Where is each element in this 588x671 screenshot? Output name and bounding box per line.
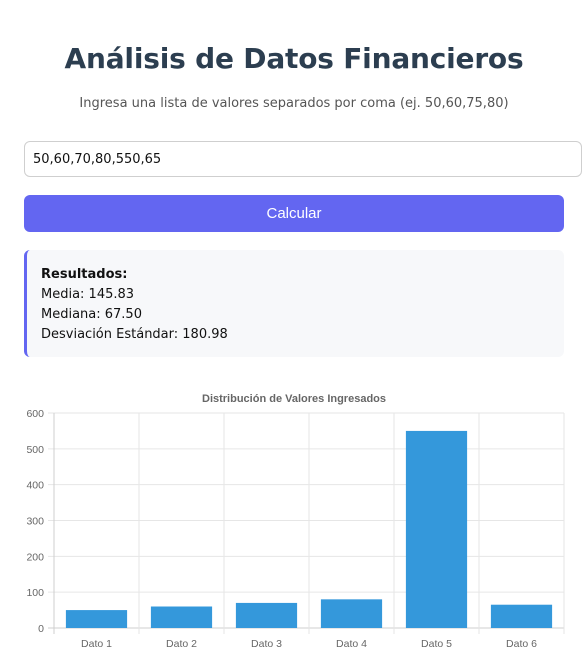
y-tick-label: 500: [26, 444, 44, 456]
bar: [320, 599, 383, 628]
chart-canvas: Distribución de Valores Ingresados 0 100 2…: [26, 393, 565, 650]
x-category-label: Dato 2: [166, 638, 197, 650]
y-tick-label: 0: [38, 623, 44, 635]
y-tick-label: 200: [26, 551, 44, 563]
bar: [65, 610, 128, 628]
calculate-button[interactable]: Calcular: [24, 195, 564, 232]
results-panel: Resultados: Media: 145.83 Mediana: 67.50…: [24, 250, 564, 357]
x-category-label: Dato 4: [336, 638, 367, 650]
bar: [490, 604, 553, 628]
stddev-value: Desviación Estándar: 180.98: [41, 327, 228, 342]
x-category-label: Dato 5: [421, 638, 452, 650]
y-tick-label: 300: [26, 516, 44, 528]
mean-value: Media: 145.83: [41, 287, 135, 302]
y-tick-label: 100: [26, 587, 44, 599]
x-category-label: Dato 6: [506, 638, 537, 650]
bar: [150, 606, 213, 628]
y-tick-label: 600: [26, 408, 44, 420]
instructions-text: Ingresa una lista de valores separados p…: [79, 96, 509, 111]
median-value: Mediana: 67.50: [41, 307, 142, 322]
chart-title: Distribución de Valores Ingresados: [202, 393, 386, 405]
bar: [405, 430, 468, 628]
x-category-label: Dato 3: [251, 638, 282, 650]
results-heading: Resultados:: [41, 267, 128, 282]
bar: [235, 602, 298, 628]
values-bar-chart: Distribución de Valores Ingresados 0 100 2…: [0, 385, 588, 665]
page-title: Análisis de Datos Financieros: [64, 42, 524, 75]
y-tick-label: 400: [26, 480, 44, 492]
x-category-label: Dato 1: [81, 638, 112, 650]
values-input[interactable]: [24, 141, 582, 177]
